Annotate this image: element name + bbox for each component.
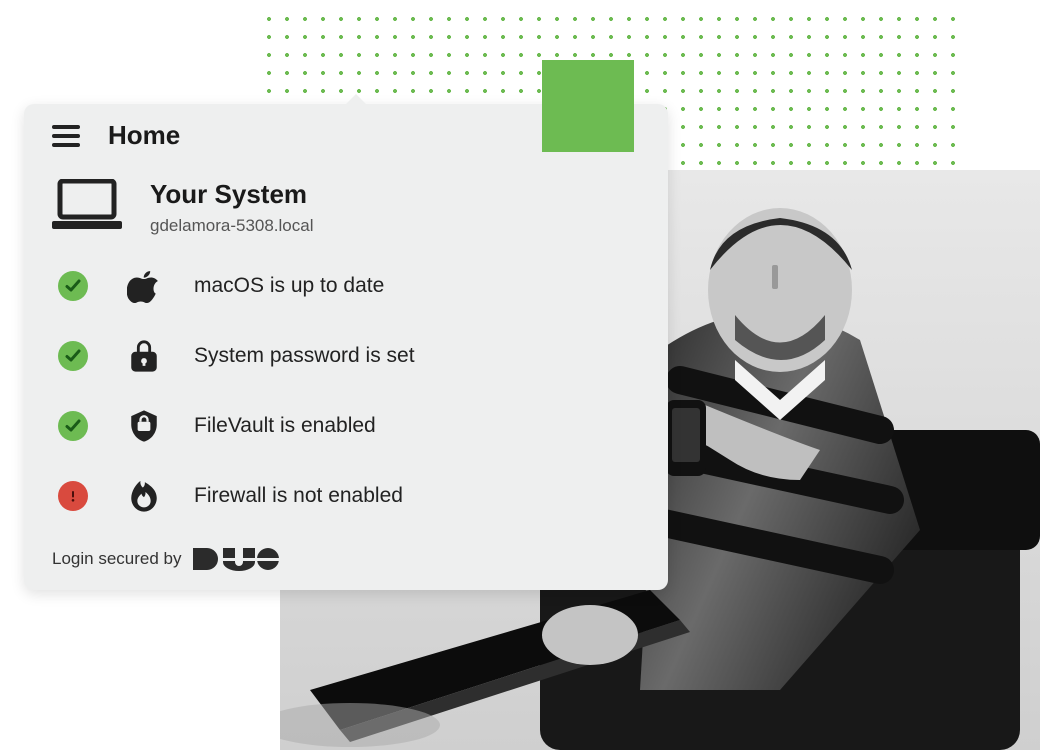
check-label: macOS is up to date	[194, 274, 384, 298]
check-row-firewall[interactable]: Firewall is not enabled	[52, 476, 640, 516]
system-heading: Your System	[150, 179, 314, 210]
card-footer: Login secured by	[52, 546, 640, 572]
shield-icon	[124, 406, 164, 446]
device-health-card: Home Your System gdelamora-5308.local ma…	[24, 104, 668, 590]
system-summary: Your System gdelamora-5308.local	[52, 179, 640, 236]
accent-square	[542, 60, 634, 152]
system-hostname: gdelamora-5308.local	[150, 216, 314, 236]
lock-icon	[124, 336, 164, 376]
check-label: System password is set	[194, 344, 415, 368]
menu-icon[interactable]	[52, 125, 80, 147]
check-label: Firewall is not enabled	[194, 484, 403, 508]
health-checks-list: macOS is up to date System password is s…	[52, 266, 640, 516]
checkmark-icon	[58, 271, 88, 301]
check-row-password[interactable]: System password is set	[52, 336, 640, 376]
flame-icon	[124, 476, 164, 516]
checkmark-icon	[58, 341, 88, 371]
secured-by-label: Login secured by	[52, 549, 181, 569]
laptop-icon	[52, 179, 122, 231]
check-label: FileVault is enabled	[194, 414, 376, 438]
duo-logo	[193, 546, 279, 572]
check-row-os[interactable]: macOS is up to date	[52, 266, 640, 306]
page-title: Home	[108, 120, 180, 151]
apple-icon	[124, 266, 164, 306]
check-row-filevault[interactable]: FileVault is enabled	[52, 406, 640, 446]
exclamation-icon	[58, 481, 88, 511]
checkmark-icon	[58, 411, 88, 441]
